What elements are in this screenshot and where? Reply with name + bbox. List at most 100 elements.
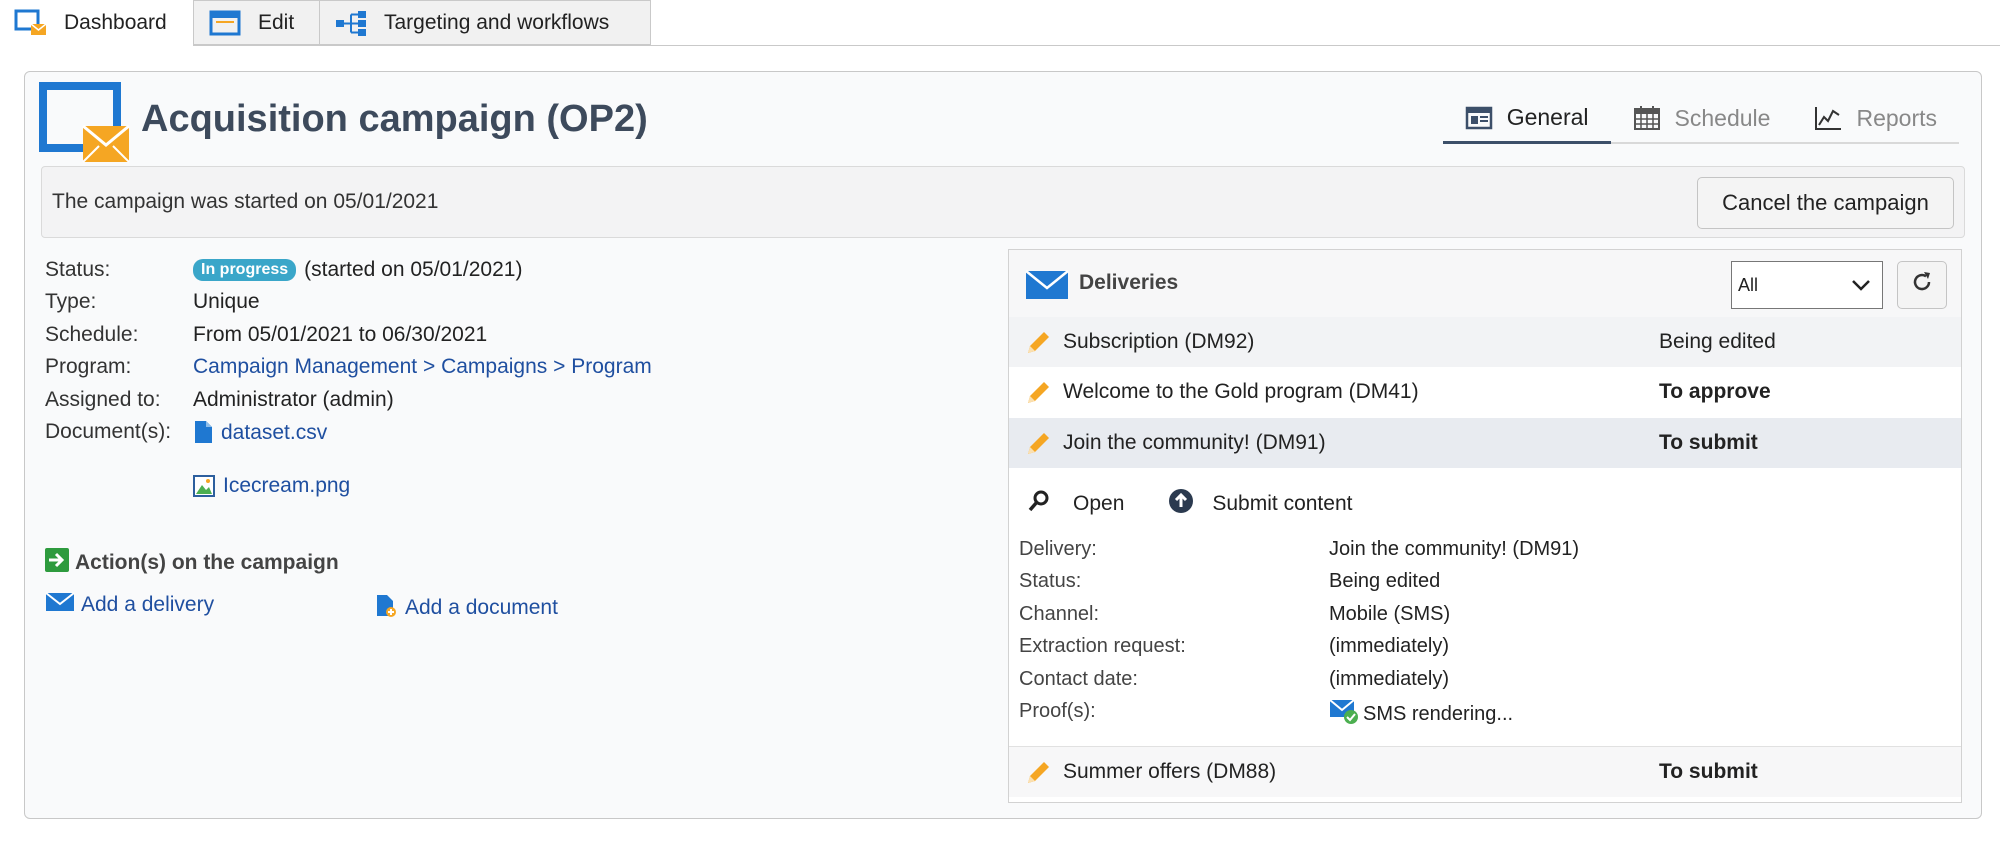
tab-reports-label: Reports (1856, 104, 1937, 131)
detail-label: Extraction request: (1019, 635, 1186, 657)
image-file-icon (193, 475, 215, 503)
detail-label: Proof(s): (1019, 700, 1096, 722)
refresh-button[interactable] (1897, 261, 1947, 309)
open-label: Open (1073, 492, 1125, 515)
general-icon (1465, 105, 1493, 131)
file-icon (193, 420, 213, 450)
delivery-status: To submit (1659, 760, 1758, 783)
workflow-icon (334, 8, 368, 38)
tab-targeting-label: Targeting and workflows (384, 10, 610, 34)
delivery-name: Summer offers (DM88) (1063, 760, 1277, 783)
delivery-status: Being edited (1659, 330, 1776, 353)
type-label: Type: (45, 290, 97, 313)
deliveries-header: Deliveries All (1009, 250, 1961, 318)
document-name: Icecream.png (223, 474, 351, 497)
deliveries-filter-select[interactable]: All (1731, 261, 1883, 309)
add-delivery-link[interactable]: Add a delivery (45, 592, 214, 618)
tab-dashboard-label: Dashboard (64, 11, 167, 34)
status-label: Status: (45, 258, 111, 281)
detail-value: Being edited (1329, 570, 1441, 592)
delivery-row[interactable]: Summer offers (DM88) To submit (1009, 746, 1961, 797)
detail-value: Mobile (SMS) (1329, 603, 1451, 625)
tab-dashboard[interactable]: Dashboard (0, 0, 194, 46)
refresh-icon (1910, 270, 1934, 300)
tab-general-label: General (1506, 104, 1589, 130)
deliveries-envelope-icon (1025, 270, 1069, 305)
sms-proof-icon (1329, 697, 1359, 731)
detail-value: (immediately) (1329, 668, 1450, 690)
filter-selected-value: All (1738, 274, 1759, 295)
dashboard-icon (14, 8, 48, 38)
top-tab-bar: Dashboard Edit Targeting and workflows (0, 0, 2000, 46)
add-document-link[interactable]: Add a document (373, 592, 558, 624)
cancel-campaign-button[interactable]: Cancel the campaign (1697, 177, 1954, 229)
status-value: In progress (started on 05/01/2021) (193, 258, 522, 282)
status-started-text: (started on 05/01/2021) (304, 258, 523, 281)
calendar-icon (1633, 105, 1661, 131)
add-document-label: Add a document (405, 596, 558, 619)
pencil-icon (1025, 380, 1051, 412)
search-icon (1027, 489, 1051, 519)
tab-targeting-workflows[interactable]: Targeting and workflows (320, 0, 651, 45)
pencil-icon (1025, 330, 1051, 362)
upload-arrow-icon (1168, 488, 1194, 520)
arrow-right-icon (45, 548, 69, 578)
add-document-icon (373, 592, 397, 624)
page-title: Acquisition campaign (OP2) (141, 98, 648, 140)
type-value: Unique (193, 290, 260, 313)
envelope-icon (45, 592, 75, 618)
assigned-value: Administrator (admin) (193, 388, 394, 411)
pencil-icon (1025, 431, 1051, 463)
delivery-row[interactable]: Subscription (DM92) Being edited (1009, 317, 1961, 367)
tab-schedule[interactable]: Schedule (1610, 94, 1793, 144)
document-name: dataset.csv (221, 421, 328, 444)
open-action[interactable]: Open (1027, 489, 1124, 519)
actions-section-title: Action(s) on the campaign (45, 548, 339, 578)
detail-value: Join the community! (DM91) (1329, 538, 1580, 560)
delivery-row-selected[interactable]: Join the community! (DM91) To submit (1009, 418, 1961, 468)
deliveries-title: Deliveries (1079, 271, 1179, 294)
delivery-row[interactable]: Welcome to the Gold program (DM41) To ap… (1009, 367, 1961, 417)
detail-value: (immediately) (1329, 635, 1450, 657)
delivery-name: Welcome to the Gold program (DM41) (1063, 380, 1419, 403)
program-link[interactable]: Campaign Management > Campaigns > Progra… (193, 355, 652, 379)
infobar-message: The campaign was started on 05/01/2021 (52, 190, 439, 213)
delivery-status: To submit (1659, 431, 1758, 454)
chevron-down-icon (1850, 274, 1872, 301)
tab-bar-baseline (0, 45, 2000, 46)
detail-label: Status: (1019, 570, 1082, 592)
actions-title-text: Action(s) on the campaign (75, 551, 339, 574)
detail-label: Channel: (1019, 603, 1100, 625)
tab-edit[interactable]: Edit (194, 0, 320, 45)
document-link-icecream[interactable]: Icecream.png (193, 474, 350, 503)
proof-label: SMS rendering... (1363, 702, 1514, 725)
delivery-name: Join the community! (DM91) (1063, 431, 1326, 454)
tab-edit-label: Edit (258, 10, 295, 34)
add-delivery-label: Add a delivery (81, 593, 215, 616)
detail-label: Contact date: (1019, 668, 1138, 690)
tab-schedule-label: Schedule (1674, 104, 1771, 131)
detail-label: Delivery: (1019, 538, 1097, 560)
reports-icon (1814, 105, 1842, 131)
submit-content-label: Submit content (1212, 492, 1353, 515)
document-link-dataset[interactable]: dataset.csv (193, 420, 327, 450)
schedule-label: Schedule: (45, 323, 139, 346)
status-infobar: The campaign was started on 05/01/2021 C… (41, 166, 1965, 238)
assigned-label: Assigned to: (45, 388, 161, 411)
delivery-detail-actions: Open Submit content (1027, 488, 1352, 520)
deliveries-panel: Deliveries All Subscription (DM92) Being… (1008, 249, 1962, 803)
program-label: Program: (45, 355, 132, 378)
delivery-name: Subscription (DM92) (1063, 330, 1255, 353)
submit-content-action[interactable]: Submit content (1168, 488, 1352, 520)
tab-reports[interactable]: Reports (1792, 94, 1959, 144)
schedule-value: From 05/01/2021 to 06/30/2021 (193, 323, 488, 346)
pencil-icon (1025, 760, 1051, 792)
proof-link[interactable]: SMS rendering... (1329, 697, 1513, 731)
campaign-icon (39, 82, 131, 166)
documents-label: Document(s): (45, 420, 172, 443)
tab-general[interactable]: General (1442, 94, 1611, 144)
view-tabs: General Schedule Reports (1442, 94, 1959, 144)
delivery-status: To approve (1659, 380, 1771, 403)
campaign-panel: Acquisition campaign (OP2) General Sched… (24, 71, 1982, 819)
edit-window-icon (208, 8, 242, 38)
